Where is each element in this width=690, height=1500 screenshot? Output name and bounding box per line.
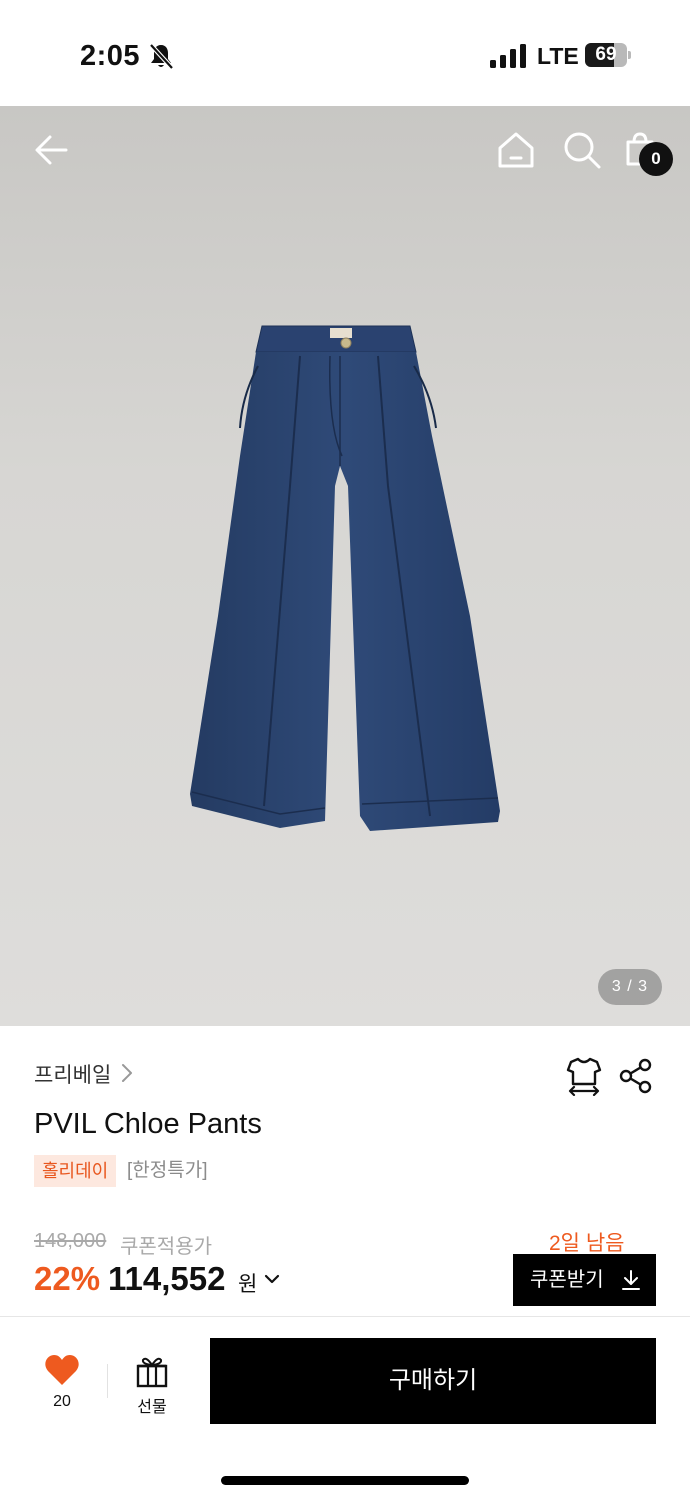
product-image-denim-pants <box>190 325 500 831</box>
like-count: 20 <box>53 1393 71 1410</box>
buy-button[interactable]: 구매하기 <box>210 1338 656 1424</box>
like-button[interactable]: 20 <box>40 1354 84 1414</box>
divider <box>107 1364 108 1398</box>
back-arrow-icon[interactable] <box>28 126 76 174</box>
brand-name[interactable]: 프리베일 <box>34 1059 111 1089</box>
currency-label: 원 <box>238 1273 258 1296</box>
gift-button[interactable]: 선물 <box>130 1354 174 1416</box>
download-icon <box>622 1270 640 1290</box>
battery-icon: 69 <box>585 43 631 67</box>
divider <box>0 1316 690 1317</box>
status-bar: 2:05 LTE 69 <box>0 0 690 106</box>
battery-level: 69 <box>595 44 617 65</box>
sale-price: 114,552 <box>108 1260 226 1297</box>
gift-icon <box>136 1357 168 1388</box>
limited-offer-tag: [한정특가] <box>127 1160 208 1181</box>
cart-count-badge[interactable]: 0 <box>639 142 673 176</box>
share-icon[interactable] <box>617 1058 653 1094</box>
chevron-right-icon[interactable] <box>120 1062 134 1084</box>
get-coupon-button[interactable]: 쿠폰받기 <box>513 1254 656 1306</box>
signal-icon <box>490 44 526 68</box>
original-price: 148,000 <box>34 1230 107 1252</box>
bell-slash-icon <box>149 43 174 70</box>
status-time: 2:05 <box>80 40 141 72</box>
gift-label: 선물 <box>137 1399 167 1416</box>
home-icon[interactable] <box>492 126 540 174</box>
image-pager: 3 / 3 <box>598 969 662 1005</box>
holiday-tag: 홀리데이 <box>34 1155 117 1187</box>
heart-icon <box>45 1355 79 1385</box>
product-title: PVIL Chloe Pants <box>34 1108 262 1140</box>
discount-rate: 22% <box>34 1260 101 1297</box>
get-coupon-label: 쿠폰받기 <box>530 1269 604 1291</box>
coupon-price-label: 쿠폰적용가 <box>120 1236 212 1258</box>
search-icon[interactable] <box>558 126 606 174</box>
home-indicator[interactable] <box>221 1476 469 1485</box>
coupon-days-left: 2일 남음 <box>549 1232 625 1255</box>
size-guide-icon[interactable] <box>565 1056 603 1096</box>
chevron-down-icon[interactable] <box>263 1272 281 1286</box>
network-type: LTE <box>537 43 579 69</box>
product-image-gallery[interactable]: 3 / 3 <box>0 106 690 1026</box>
